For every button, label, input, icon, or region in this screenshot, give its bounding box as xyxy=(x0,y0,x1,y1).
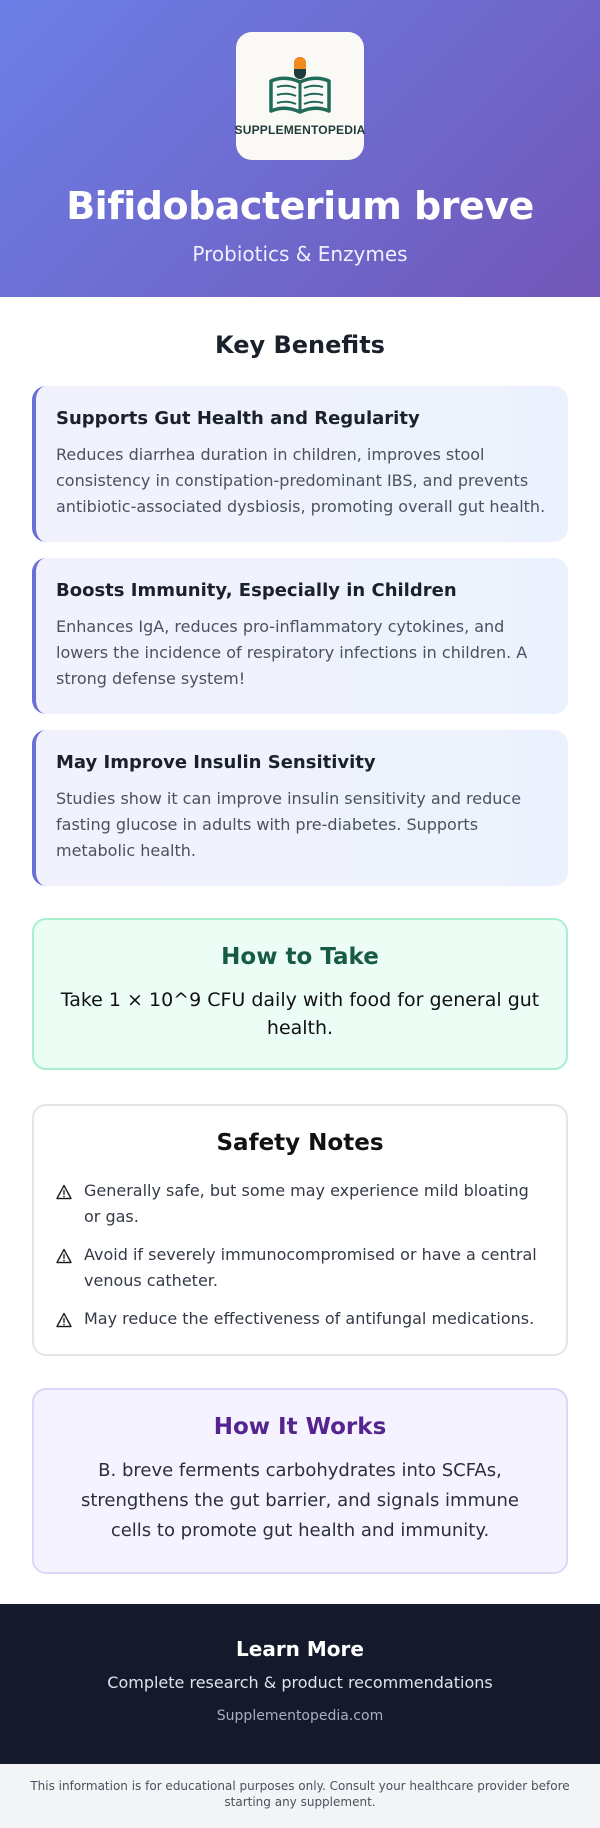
safety-item: May reduce the effectiveness of antifung… xyxy=(56,1306,544,1332)
warning-icon xyxy=(56,1184,72,1200)
learn-more-subtitle: Complete research & product recommendati… xyxy=(107,1673,493,1692)
safety-notes-card: Safety Notes Generally safe, but some ma… xyxy=(32,1104,568,1356)
book-capsule-icon xyxy=(269,57,331,114)
safety-text: Generally safe, but some may experience … xyxy=(84,1181,529,1226)
page-header: SUPPLEMENTOPEDIA Bifidobacterium breve P… xyxy=(0,0,600,297)
brand-logo[interactable]: SUPPLEMENTOPEDIA xyxy=(234,32,366,160)
benefit-card: May Improve Insulin Sensitivity Studies … xyxy=(32,730,568,886)
how-to-take-card: How to Take Take 1 × 10^9 CFU daily with… xyxy=(32,918,568,1070)
how-it-works-heading: How It Works xyxy=(213,1414,387,1440)
disclaimer-text: This information is for educational purp… xyxy=(0,1764,600,1828)
benefit-text: Enhances IgA, reduces pro-inflammatory c… xyxy=(56,617,528,688)
key-benefits-heading: Key Benefits xyxy=(215,331,385,359)
page-title: Bifidobacterium breve xyxy=(66,184,534,228)
benefits-list: Supports Gut Health and Regularity Reduc… xyxy=(32,386,568,886)
safety-item: Generally safe, but some may experience … xyxy=(56,1178,544,1230)
warning-icon xyxy=(56,1248,72,1264)
safety-list: Generally safe, but some may experience … xyxy=(56,1178,544,1332)
safety-notes-heading: Safety Notes xyxy=(216,1130,384,1156)
site-link[interactable]: Supplementopedia.com xyxy=(217,1708,383,1724)
benefit-title: Supports Gut Health and Regularity xyxy=(56,408,420,429)
how-it-works-text: B. breve ferments carbohydrates into SCF… xyxy=(80,1460,520,1541)
safety-text: May reduce the effectiveness of antifung… xyxy=(84,1309,535,1328)
benefit-card: Boosts Immunity, Especially in Children … xyxy=(32,558,568,714)
how-to-take-heading: How to Take xyxy=(221,944,379,970)
benefit-card: Supports Gut Health and Regularity Reduc… xyxy=(32,386,568,542)
safety-item: Avoid if severely immunocompromised or h… xyxy=(56,1242,544,1294)
brand-logo-text: SUPPLEMENTOPEDIA xyxy=(234,123,366,137)
page-subtitle: Probiotics & Enzymes xyxy=(192,242,408,266)
benefit-text: Reduces diarrhea duration in children, i… xyxy=(56,445,546,516)
page-footer: Learn More Complete research & product r… xyxy=(0,1604,600,1764)
benefit-title: May Improve Insulin Sensitivity xyxy=(56,752,376,773)
learn-more-heading: Learn More xyxy=(236,1637,364,1661)
main-content: Key Benefits Supports Gut Health and Reg… xyxy=(0,331,600,1574)
dosage-text: Take 1 × 10^9 CFU daily with food for ge… xyxy=(60,989,540,1039)
benefit-text: Studies show it can improve insulin sens… xyxy=(56,789,522,860)
warning-icon xyxy=(56,1312,72,1328)
benefit-title: Boosts Immunity, Especially in Children xyxy=(56,580,457,601)
safety-text: Avoid if severely immunocompromised or h… xyxy=(84,1245,537,1290)
how-it-works-card: How It Works B. breve ferments carbohydr… xyxy=(32,1388,568,1574)
